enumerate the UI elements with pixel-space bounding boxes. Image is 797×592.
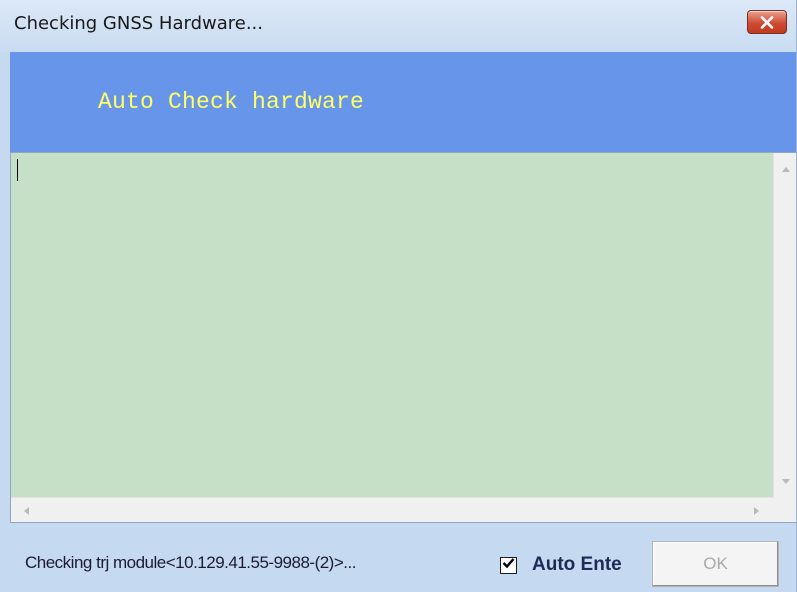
header-banner: Auto Check hardware <box>10 52 796 152</box>
scroll-up-arrow-icon[interactable] <box>782 167 790 172</box>
close-icon <box>760 15 774 29</box>
checkmark-icon <box>502 556 515 574</box>
scroll-down-arrow-icon[interactable] <box>782 479 790 484</box>
dialog-window: Checking GNSS Hardware... Auto Check har… <box>0 0 797 592</box>
log-textarea[interactable] <box>10 152 796 523</box>
status-text: Checking trj module<10.129.41.55-9988-(2… <box>25 553 356 572</box>
window-title: Checking GNSS Hardware... <box>14 13 263 34</box>
scroll-left-arrow-icon[interactable] <box>24 507 29 515</box>
checkbox-box[interactable] <box>500 556 517 574</box>
vertical-scrollbar[interactable] <box>773 153 796 497</box>
ok-button[interactable]: OK <box>652 541 779 587</box>
header-title: Auto Check hardware <box>98 89 365 115</box>
log-content[interactable] <box>11 153 773 497</box>
scroll-right-arrow-icon[interactable] <box>754 507 759 515</box>
scrollbar-corner <box>773 497 796 522</box>
auto-enter-label[interactable]: Auto Ente <box>532 554 645 576</box>
title-bar[interactable]: Checking GNSS Hardware... <box>0 0 796 52</box>
horizontal-scrollbar[interactable] <box>11 497 773 522</box>
text-caret <box>17 159 18 181</box>
close-button[interactable] <box>747 10 787 34</box>
auto-enter-checkbox[interactable]: Auto Ente <box>500 554 645 576</box>
